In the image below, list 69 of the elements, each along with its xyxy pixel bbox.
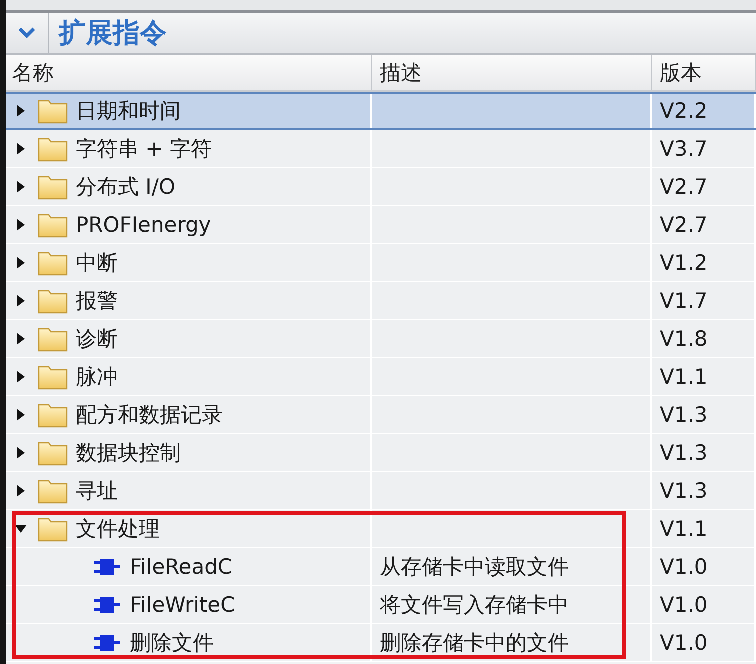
item-name: 文件处理 — [76, 516, 160, 542]
tree-row[interactable]: 删除文件 删除存储卡中的文件 V1.0 — [6, 624, 756, 662]
item-version: V1.0 — [660, 554, 708, 578]
item-name: 删除文件 — [130, 630, 214, 656]
item-name: 中断 — [76, 250, 118, 276]
tree-row[interactable]: 诊断 V1.8 — [6, 320, 756, 358]
item-name: 数据块控制 — [76, 440, 181, 466]
item-name: 分布式 I/O — [76, 174, 176, 200]
block-icon — [94, 596, 120, 614]
item-version: V1.3 — [660, 402, 708, 426]
folder-icon — [38, 402, 68, 428]
item-name: 寻址 — [76, 478, 118, 504]
item-name: FileReadC — [130, 554, 233, 578]
block-icon — [94, 634, 120, 652]
item-name: 报警 — [76, 288, 118, 314]
folder-icon — [38, 212, 68, 238]
tree-row[interactable]: 中断 V1.2 — [6, 244, 756, 282]
folder-icon — [38, 288, 68, 314]
tree-row[interactable]: FileReadC 从存储卡中读取文件 V1.0 — [6, 548, 756, 586]
chevron-down-icon — [18, 27, 36, 39]
item-name: 脉冲 — [76, 364, 118, 390]
item-version: V3.7 — [660, 136, 708, 160]
item-name: 日期和时间 — [76, 98, 181, 125]
folder-icon — [38, 250, 68, 276]
item-version: V1.7 — [660, 288, 708, 312]
item-version: V1.8 — [660, 326, 708, 350]
item-description: 删除存储卡中的文件 — [380, 630, 569, 656]
item-version: V2.2 — [660, 99, 708, 123]
item-version: V1.0 — [660, 630, 708, 654]
section-title: 扩展指令 — [59, 17, 167, 51]
section-header[interactable]: 扩展指令 — [6, 13, 756, 55]
folder-icon — [38, 364, 68, 390]
item-description: 从存储卡中读取文件 — [380, 554, 569, 580]
tree-row[interactable]: 字符串 + 字符 V3.7 — [6, 130, 756, 168]
item-version: V1.1 — [660, 516, 708, 540]
item-version: V2.7 — [660, 212, 708, 236]
item-name: 字符串 + 字符 — [76, 136, 212, 162]
column-header[interactable]: 名称 — [6, 55, 372, 90]
folder-icon — [38, 136, 68, 162]
item-version: V2.7 — [660, 174, 708, 198]
item-name: FileWriteC — [130, 592, 236, 616]
folder-icon — [38, 516, 68, 542]
item-version: V1.2 — [660, 250, 708, 274]
block-icon — [94, 558, 120, 576]
tree-row[interactable]: 脉冲 V1.1 — [6, 358, 756, 396]
item-name: 诊断 — [76, 326, 118, 352]
folder-icon — [38, 98, 68, 124]
column-header[interactable]: 版本 — [652, 55, 756, 90]
tree-row[interactable]: 日期和时间 V2.2 — [6, 92, 756, 130]
tree-row[interactable]: PROFIenergy V2.7 — [6, 206, 756, 244]
tree-row[interactable]: 数据块控制 V1.3 — [6, 434, 756, 472]
folder-icon — [38, 326, 68, 352]
tree-row[interactable]: FileWriteC 将文件写入存储卡中 V1.0 — [6, 586, 756, 624]
item-version: V1.1 — [660, 364, 708, 388]
tree-row[interactable]: 分布式 I/O V2.7 — [6, 168, 756, 206]
folder-icon — [38, 174, 68, 200]
column-header[interactable]: 描述 — [372, 55, 652, 90]
folder-icon — [38, 478, 68, 504]
item-version: V1.0 — [660, 592, 708, 616]
item-name: PROFIenergy — [76, 212, 212, 236]
tree-row[interactable]: 报警 V1.7 — [6, 282, 756, 320]
item-version: V1.3 — [660, 440, 708, 464]
folder-icon — [38, 440, 68, 466]
item-description: 将文件写入存储卡中 — [380, 592, 569, 618]
tree-row[interactable]: 寻址 V1.3 — [6, 472, 756, 510]
tree-row[interactable]: 配方和数据记录 V1.3 — [6, 396, 756, 434]
item-name: 配方和数据记录 — [76, 402, 223, 428]
tree-row[interactable]: 文件处理 V1.1 — [6, 510, 756, 548]
item-version: V1.3 — [660, 478, 708, 502]
